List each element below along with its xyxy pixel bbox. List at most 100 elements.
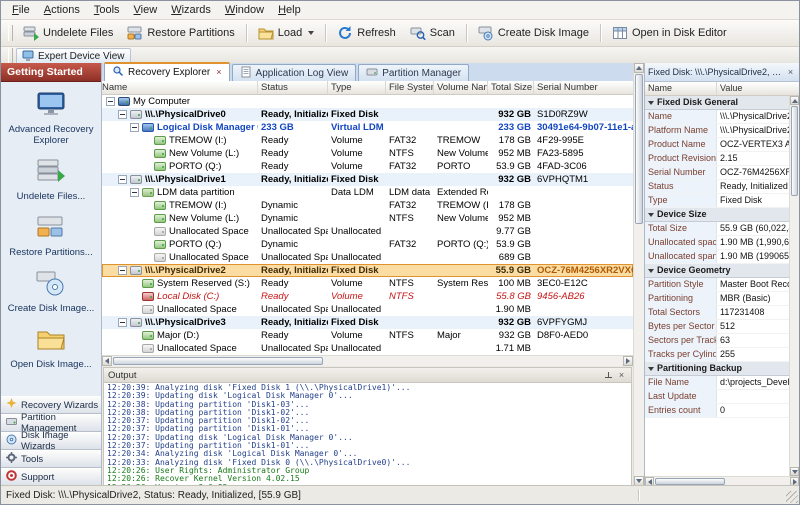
column-header-name[interactable]: Name (645, 82, 717, 95)
scrollbar-thumb[interactable] (113, 357, 323, 365)
property-row[interactable]: Entries count0 (645, 404, 789, 418)
scroll-up-icon[interactable] (790, 96, 799, 105)
property-row[interactable]: Last Update (645, 390, 789, 404)
property-row[interactable]: Product NameOCZ-VERTEX3 ATA Device (645, 138, 789, 152)
column-header-name[interactable]: Name (102, 81, 258, 94)
property-row[interactable]: Unallocated span1.90 MB (1990656) (645, 250, 789, 264)
property-row[interactable]: Bytes per Sector512 (645, 320, 789, 334)
tree-row[interactable]: TREMOW (I:)ReadyVolumeFAT32TREMOW178 GB4… (102, 134, 633, 147)
column-header-file-system[interactable]: File System (386, 81, 434, 94)
tree-row[interactable]: Unallocated SpaceUnallocated SpaceUnallo… (102, 251, 633, 264)
tree-row[interactable]: My Computer (102, 95, 633, 108)
property-group-header[interactable]: Partitioning Backup (645, 362, 789, 376)
tab-close-icon[interactable] (216, 68, 221, 77)
sidebar-item-open-disk-image[interactable]: Open Disk Image... (1, 321, 101, 377)
scroll-up-icon[interactable] (634, 63, 644, 73)
column-header-type[interactable]: Type (328, 81, 386, 94)
menu-help[interactable]: Help (271, 3, 308, 17)
property-group-header[interactable]: Device Geometry (645, 264, 789, 278)
property-row[interactable]: Platform Name\\\.\PhysicalDrive2 (645, 124, 789, 138)
tree-row[interactable]: \\\.\PhysicalDrive3Ready, InitializedFix… (102, 316, 633, 329)
property-group-header[interactable]: Fixed Disk General (645, 96, 789, 110)
vertical-scrollbar[interactable] (633, 63, 644, 486)
close-icon[interactable] (785, 67, 796, 78)
sidebar-panel-tools[interactable]: Tools (1, 450, 101, 468)
menu-wizards[interactable]: Wizards (164, 3, 218, 17)
expander-icon[interactable] (118, 266, 127, 275)
sidebar-item-create-disk-image[interactable]: Create Disk Image... (1, 265, 101, 321)
property-row[interactable]: Tracks per Cylinder255 (645, 348, 789, 362)
property-row[interactable]: PartitioningMBR (Basic) (645, 292, 789, 306)
property-row[interactable]: Total Size55.9 GB (60,022,480,896 bytes) (645, 222, 789, 236)
tree-row[interactable]: \\\.\PhysicalDrive1Ready, InitializedFix… (102, 173, 633, 186)
scrollbar-thumb[interactable] (791, 106, 798, 196)
tree-row[interactable]: PORTO (Q:)DynamicFAT32PORTO (Q:)53.9 GB (102, 238, 633, 251)
scan-button[interactable]: Scan (403, 22, 462, 44)
load-button[interactable]: Load (251, 22, 321, 44)
output-log[interactable]: 12:20:39: Analyzing disk 'Fixed Disk 1 (… (103, 383, 632, 486)
pin-icon[interactable] (603, 370, 614, 381)
tree-row[interactable]: \\\.\PhysicalDrive2Ready, InitializedFix… (102, 264, 633, 277)
horizontal-scrollbar[interactable] (102, 355, 633, 366)
tree-row[interactable]: \\\.\PhysicalDrive0Ready, InitializedFix… (102, 108, 633, 121)
column-header-volume-name[interactable]: Volume Name (434, 81, 488, 94)
expander-icon[interactable] (118, 110, 127, 119)
menu-file[interactable]: File (5, 3, 37, 17)
scrollbar-thumb[interactable] (635, 74, 643, 224)
property-group-header[interactable]: Device Size (645, 208, 789, 222)
property-row[interactable]: File Named:\projects_Developm... (645, 376, 789, 390)
expander-icon[interactable] (106, 97, 115, 106)
menu-view[interactable]: View (127, 3, 165, 17)
tab-application-log-view[interactable]: Application Log View (232, 64, 357, 81)
menu-window[interactable]: Window (218, 3, 271, 17)
sidebar-item-undelete-files[interactable]: Undelete Files... (1, 153, 101, 209)
scroll-down-icon[interactable] (790, 467, 799, 476)
property-row[interactable]: Serial NumberOCZ-76M4256XR2VXGV46 (645, 166, 789, 180)
property-row[interactable]: Sectors per Track63 (645, 334, 789, 348)
tree-row[interactable]: New Volume (L:)DynamicNTFSNew Volume (L:… (102, 212, 633, 225)
column-header-status[interactable]: Status (258, 81, 328, 94)
sidebar-panel-support[interactable]: Support (1, 468, 101, 486)
refresh-button[interactable]: Refresh (330, 22, 403, 44)
expander-icon[interactable] (118, 175, 127, 184)
restore-partitions-button[interactable]: Restore Partitions (120, 22, 241, 44)
tab-partition-manager[interactable]: Partition Manager (358, 64, 469, 81)
tree-row[interactable]: Unallocated SpaceUnallocated SpaceUnallo… (102, 225, 633, 238)
property-row[interactable]: StatusReady, Initialized (645, 180, 789, 194)
property-row[interactable]: TypeFixed Disk (645, 194, 789, 208)
tree-row[interactable]: Unallocated SpaceUnallocated SpaceUnallo… (102, 342, 633, 355)
close-icon[interactable] (616, 370, 627, 381)
properties-vertical-scrollbar[interactable] (789, 96, 799, 476)
property-row[interactable]: Product Revision2.15 (645, 152, 789, 166)
expander-icon[interactable] (130, 123, 139, 132)
tree-row[interactable]: PORTO (Q:)ReadyVolumeFAT32PORTO53.9 GB4F… (102, 160, 633, 173)
column-header-value[interactable]: Value (717, 82, 799, 95)
tab-recovery-explorer[interactable]: Recovery Explorer (104, 62, 230, 81)
property-row[interactable]: Partition StyleMaster Boot Record (645, 278, 789, 292)
sidebar-item-advanced-recovery-explorer[interactable]: Advanced Recovery Explorer (1, 86, 101, 153)
tree-row[interactable]: New Volume (L:)ReadyVolumeNTFSNew Volume… (102, 147, 633, 160)
tree-row[interactable]: System Reserved (S:)ReadyVolumeNTFSSyste… (102, 277, 633, 290)
open-in-disk-editor-button[interactable]: Open in Disk Editor (605, 22, 734, 44)
expander-icon[interactable] (118, 318, 127, 327)
menu-actions[interactable]: Actions (37, 3, 87, 17)
undelete-files-button[interactable]: Undelete Files (16, 22, 120, 44)
create-disk-image-button[interactable]: Create Disk Image (471, 22, 596, 44)
column-header-serial-number[interactable]: Serial Number (534, 81, 633, 94)
tree-row[interactable]: Local Disk (C:)ReadyVolumeNTFS55.8 GB945… (102, 290, 633, 303)
sidebar-panel-disk-image-wizards[interactable]: Disk Image Wizards (1, 432, 101, 450)
tree-row[interactable]: Major (D:)ReadyVolumeNTFSMajor932 GBD8F0… (102, 329, 633, 342)
property-row[interactable]: Unallocated space1.90 MB (1,990,656 byte… (645, 236, 789, 250)
property-row[interactable]: Name\\\.\PhysicalDrive2 (645, 110, 789, 124)
sidebar-item-restore-partitions[interactable]: Restore Partitions... (1, 209, 101, 265)
column-header-total-size[interactable]: Total Size (488, 81, 534, 94)
tree-row[interactable]: TREMOW (I:)DynamicFAT32TREMOW (I:)178 GB (102, 199, 633, 212)
scrollbar-thumb[interactable] (655, 478, 725, 485)
scroll-left-icon[interactable] (102, 356, 112, 366)
tree-row[interactable]: Logical Disk Manager 0233 GBVirtual LDM2… (102, 121, 633, 134)
tree-row[interactable]: Unallocated SpaceUnallocated SpaceUnallo… (102, 303, 633, 316)
property-row[interactable]: Total Sectors117231408 (645, 306, 789, 320)
resize-grip[interactable] (786, 491, 798, 503)
getting-started-header[interactable]: Getting Started (1, 63, 101, 82)
menu-tools[interactable]: Tools (87, 3, 127, 17)
